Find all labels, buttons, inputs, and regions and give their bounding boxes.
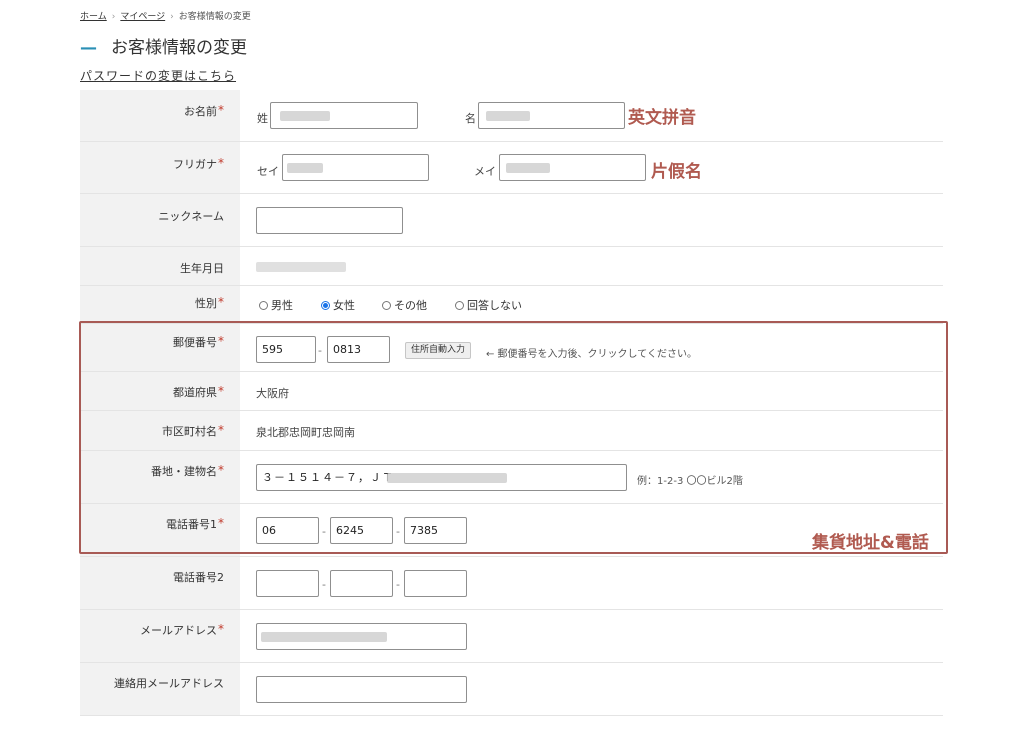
label-contact-email-text: 連絡用メールアドレス [114,677,224,690]
breadcrumb-separator: › [111,12,116,22]
blurred-value [506,163,550,173]
blurred-value [280,111,330,121]
title-dash: — [80,38,97,58]
required-mark: * [218,103,224,117]
required-mark: * [218,156,224,170]
radio-circle-selected [321,301,330,310]
value-phone2: - - [256,557,943,609]
password-change-link[interactable]: パスワードの変更はこちら [80,67,236,84]
mei-label: 名 [465,112,476,125]
breadcrumb-home-link[interactable]: ホーム [80,12,107,22]
first-name-input[interactable] [478,102,625,129]
value-name: 姓 名 [256,90,943,141]
row-phone2: 電話番号2 - - [80,557,943,610]
gender-radio-other[interactable]: その他 [382,297,427,313]
blurred-value [287,163,323,173]
blurred-birthday [256,262,346,272]
mei-kana-label: メイ [474,165,496,178]
gender-radio-male[interactable]: 男性 [259,297,293,313]
radio-circle [259,301,268,310]
dash: - [396,578,400,591]
value-email [256,610,943,662]
phone2-input-1[interactable] [256,570,319,597]
label-gender-text: 性別 [195,297,217,310]
breadcrumb-mypage-link[interactable]: マイページ [120,12,165,22]
nickname-input[interactable] [256,207,403,234]
radio-label: 男性 [271,299,293,312]
label-phone2: 電話番号2 [80,557,240,609]
shipping-highlight-box [79,321,948,554]
row-furigana: フリガナ* セイ メイ [80,142,943,194]
radio-circle [382,301,391,310]
phone2-input-3[interactable] [404,570,467,597]
value-gender: 男性 女性 その他 回答しない [256,286,943,323]
label-nickname-text: ニックネーム [158,210,224,223]
breadcrumb-current: お客様情報の変更 [178,12,251,22]
row-nickname: ニックネーム [80,194,943,247]
gender-radio-no-answer[interactable]: 回答しない [455,297,522,313]
breadcrumb-separator: › [170,12,174,22]
sei-label: 姓 [257,112,268,125]
value-contact-email [256,663,943,715]
label-name-text: お名前 [184,105,217,118]
phone2-input-2[interactable] [330,570,393,597]
label-birthday: 生年月日 [80,247,240,285]
value-nickname [256,194,943,246]
label-furigana-text: フリガナ [173,158,217,171]
label-furigana: フリガナ* [80,142,240,193]
contact-email-input[interactable] [256,676,467,703]
email-input[interactable] [256,623,467,650]
gender-radio-female[interactable]: 女性 [321,297,355,313]
annotation-name: 英文拼音 [628,108,696,128]
last-name-input[interactable] [270,102,418,129]
required-mark: * [218,295,224,309]
last-name-kana-input[interactable] [282,154,429,181]
label-birthday-text: 生年月日 [180,262,224,275]
row-gender: 性別* 男性 女性 その他 回答しない [80,286,943,324]
annotation-furigana: 片假名 [651,162,702,182]
row-birthday: 生年月日 [80,247,943,286]
required-mark: * [218,622,224,636]
first-name-kana-input[interactable] [499,154,646,181]
breadcrumb: ホーム › マイページ › お客様情報の変更 [80,9,251,22]
row-contact-email: 連絡用メールアドレス [80,663,943,716]
label-phone2-text: 電話番号2 [173,571,224,584]
sei-kana-label: セイ [257,165,279,178]
radio-circle [455,301,464,310]
radio-label: 回答しない [467,299,522,312]
label-email: メールアドレス* [80,610,240,662]
row-name: お名前* 姓 名 [80,90,943,142]
label-nickname: ニックネーム [80,194,240,246]
label-email-text: メールアドレス [140,624,217,637]
dash: - [322,578,326,591]
label-name: お名前* [80,90,240,141]
value-furigana: セイ メイ [256,142,943,193]
radio-label: その他 [394,299,427,312]
blurred-value [486,111,530,121]
row-email: メールアドレス* [80,610,943,663]
blurred-value [261,632,387,642]
value-birthday [256,247,943,285]
page-title: — お客様情報の変更 [80,33,247,58]
annotation-shipping: 集貨地址&電話 [812,533,929,553]
page-title-text: お客様情報の変更 [111,38,247,58]
radio-label: 女性 [333,299,355,312]
label-contact-email: 連絡用メールアドレス [80,663,240,715]
label-gender: 性別* [80,286,240,323]
